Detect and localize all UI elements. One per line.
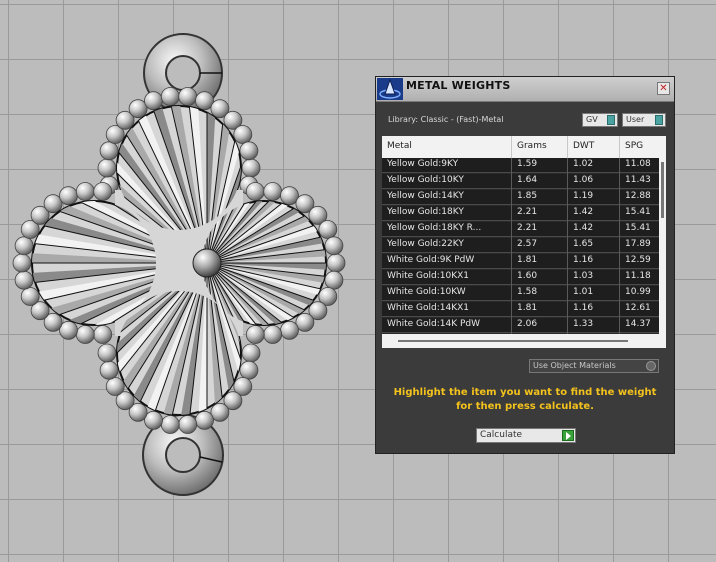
radio-knob-icon — [646, 361, 656, 371]
panel-title: METAL WEIGHTS — [406, 79, 511, 92]
table-row[interactable]: Yellow Gold:9KY 1.59 1.02 11.08 — [382, 158, 659, 173]
column-header-grams[interactable]: Grams — [517, 141, 547, 151]
table-row[interactable]: White Gold:14K PdW 2.06 1.33 14.37 — [382, 318, 659, 333]
toggle-knob-icon — [655, 115, 663, 125]
gv-toggle[interactable]: GV — [582, 113, 618, 127]
metal-weights-panel: METAL WEIGHTS ✕ Library: Classic - (Fast… — [375, 76, 675, 454]
table-header: Metal Grams DWT SPG — [382, 136, 666, 158]
user-toggle[interactable]: User — [622, 113, 666, 127]
calculate-button[interactable]: Calculate — [476, 428, 576, 443]
scroll-thumb[interactable] — [661, 162, 664, 218]
horizontal-scrollbar[interactable] — [382, 334, 666, 348]
scroll-thumb[interactable] — [398, 340, 628, 342]
calculate-label: Calculate — [480, 430, 523, 440]
column-header-metal[interactable]: Metal — [387, 141, 412, 151]
column-header-spg[interactable]: SPG — [625, 141, 643, 151]
column-header-dwt[interactable]: DWT — [573, 141, 594, 151]
flower-body — [31, 105, 327, 416]
table-row[interactable]: Yellow Gold:14KY 1.85 1.19 12.88 — [382, 190, 659, 205]
close-icon[interactable]: ✕ — [657, 82, 670, 95]
library-label: Library: Classic - (Fast)-Metal — [388, 115, 504, 124]
table-row[interactable]: White Gold:14KX1 1.81 1.16 12.61 — [382, 302, 659, 317]
table-row[interactable]: Yellow Gold:10KY 1.64 1.06 11.43 — [382, 174, 659, 189]
gv-toggle-label: GV — [586, 115, 598, 124]
table-row[interactable]: White Gold:10KW 1.58 1.01 10.99 — [382, 286, 659, 301]
use-object-materials-toggle[interactable]: Use Object Materials — [529, 359, 659, 373]
metal-table[interactable]: Metal Grams DWT SPG Yellow Gold:9KY 1.59 1… — [382, 136, 666, 348]
3d-viewport[interactable]: METAL WEIGHTS ✕ Library: Classic - (Fast… — [0, 0, 716, 562]
vertical-scrollbar[interactable] — [659, 158, 666, 334]
use-object-materials-label: Use Object Materials — [533, 361, 616, 370]
rhino-logo-icon — [377, 78, 403, 100]
table-row[interactable]: Yellow Gold:18KY 2.21 1.42 15.41 — [382, 206, 659, 221]
table-row[interactable]: Yellow Gold:22KY 2.57 1.65 17.89 — [382, 238, 659, 253]
panel-titlebar[interactable]: METAL WEIGHTS ✕ — [376, 77, 674, 102]
play-arrow-icon — [562, 430, 574, 441]
table-row[interactable]: Yellow Gold:18KY R... 2.21 1.42 15.41 — [382, 222, 659, 237]
toggle-knob-icon — [607, 115, 615, 125]
user-toggle-label: User — [626, 115, 645, 124]
table-row[interactable]: White Gold:10KX1 1.60 1.03 11.18 — [382, 270, 659, 285]
instruction-text: Highlight the item you want to find the … — [393, 387, 657, 412]
table-row[interactable]: White Gold:9K PdW 1.81 1.16 12.59 — [382, 254, 659, 269]
